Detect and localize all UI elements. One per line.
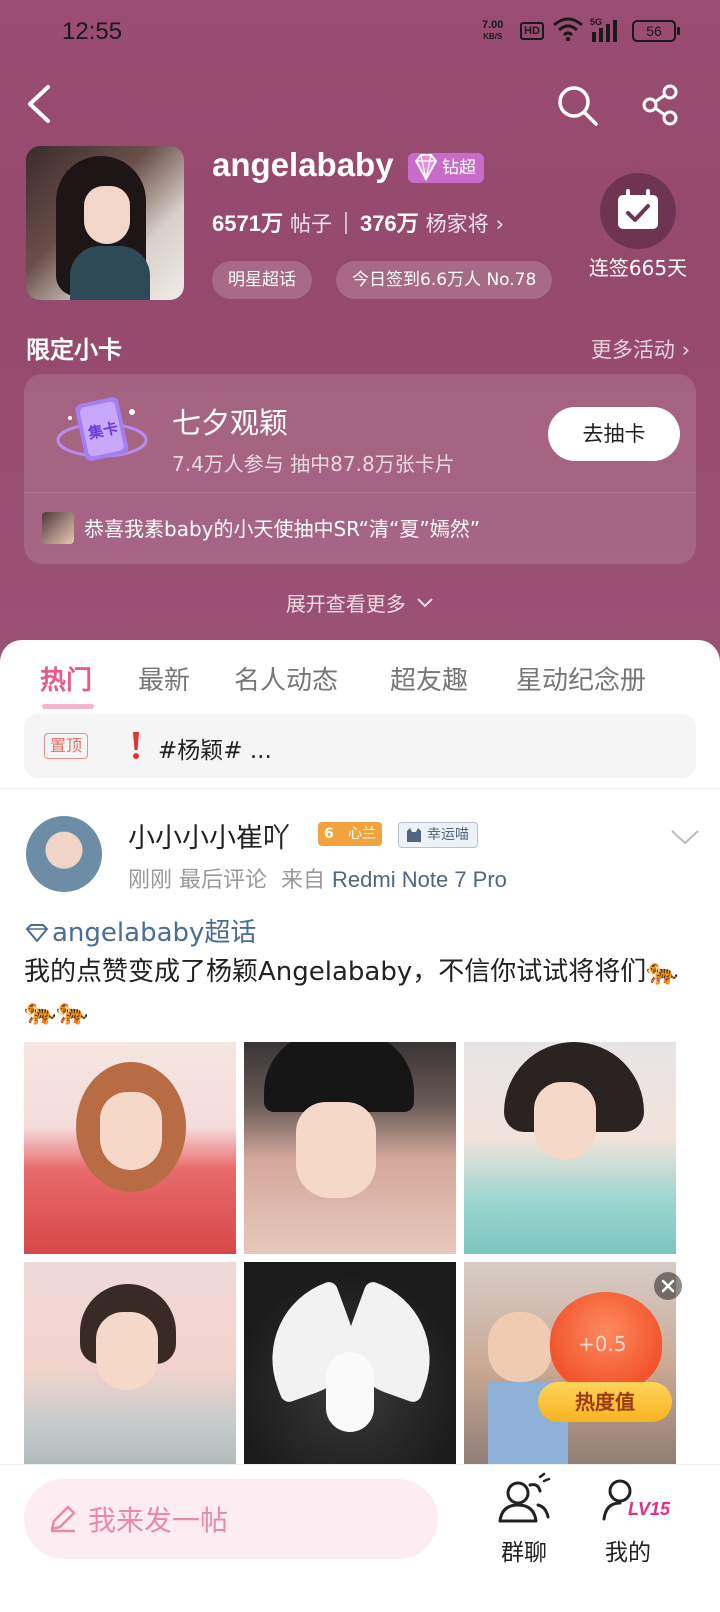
share-icon[interactable] xyxy=(640,84,682,126)
supertopic-avatar[interactable] xyxy=(26,146,184,300)
card-activity-subtitle: 7.4万人参与 抽中87.8万张卡片 xyxy=(172,452,455,476)
post-image[interactable] xyxy=(244,1262,456,1474)
post-author-name[interactable]: 小小小小崔吖 xyxy=(128,816,290,855)
category-tag[interactable]: 明星超话 xyxy=(212,261,312,299)
cat-icon xyxy=(407,828,421,842)
status-bar: 12:55 7.00 KB/S HD 5G 56 xyxy=(0,0,720,66)
profile-button[interactable]: LV15 我的 xyxy=(598,1471,670,1566)
search-icon[interactable] xyxy=(556,84,600,128)
active-tab-indicator xyxy=(42,704,94,709)
heat-value-widget[interactable]: +0.5 热度值 xyxy=(538,1278,672,1422)
diamond-outline-icon xyxy=(25,924,49,943)
wifi-icon xyxy=(553,17,583,42)
tab-celebrity[interactable]: 名人动态 xyxy=(234,660,338,697)
pinned-text: #杨颖# ... xyxy=(158,738,272,764)
post-device: Redmi Note 7 Pro xyxy=(332,867,507,892)
draw-card-button[interactable]: 去抽卡 xyxy=(548,407,680,461)
bottom-bar: 我来发一帖 群聊 LV15 我的 xyxy=(0,1464,720,1612)
chevron-right-icon: › xyxy=(495,212,505,236)
heat-increment: +0.5 xyxy=(578,1332,627,1356)
post-topic-link[interactable]: angelababy超话 xyxy=(24,912,256,949)
tab-star-album[interactable]: 星动纪念册 xyxy=(516,660,646,697)
diamond-icon xyxy=(414,154,438,182)
fan-level-badge: 6 心兰 xyxy=(318,822,382,846)
post-image[interactable] xyxy=(24,1042,236,1254)
post-body: 我的点赞变成了杨颖Angelababy，不信你试试将将们🐅🐅🐅 xyxy=(24,957,679,1027)
feed-tabs: 热门 最新 名人动态 超友趣 星动纪念册 xyxy=(0,654,720,710)
exclamation-icon xyxy=(133,732,139,759)
fans-link[interactable]: 杨家将 xyxy=(426,212,489,236)
card-activity-panel[interactable]: 集卡 七夕观颖 7.4万人参与 抽中87.8万张卡片 去抽卡 恭喜我素baby的… xyxy=(24,374,696,564)
winner-ticker[interactable]: 恭喜我素baby的小天使抽中SR“清“夏”嫣然” xyxy=(84,513,480,542)
network-rate: 7.00 KB/S xyxy=(482,19,504,42)
tab-hot[interactable]: 热门 xyxy=(40,660,92,697)
group-chat-button[interactable]: 群聊 xyxy=(494,1471,554,1566)
lucky-cat-badge: 幸运喵 xyxy=(398,822,478,848)
battery-icon: 56 xyxy=(632,20,680,42)
card-collection-icon: 集卡 xyxy=(56,397,148,461)
post-image[interactable] xyxy=(244,1042,456,1254)
calendar-check-icon xyxy=(618,189,658,229)
post-meta: 刚刚 最后评论 来自 Redmi Note 7 Pro xyxy=(128,867,507,893)
pencil-icon xyxy=(50,1505,76,1533)
back-icon[interactable] xyxy=(22,84,56,124)
supertopic-name: angelababy xyxy=(212,146,394,183)
card-activity-title: 七夕观颖 xyxy=(172,406,289,440)
post-image[interactable] xyxy=(24,1262,236,1474)
checkin-button[interactable] xyxy=(600,173,676,249)
hd-icon: HD xyxy=(520,22,544,40)
svg-text:5G: 5G xyxy=(590,17,602,27)
compose-post-input[interactable]: 我来发一帖 xyxy=(24,1479,438,1559)
pinned-tag: 置顶 xyxy=(44,733,89,759)
heat-value-button[interactable]: 热度值 xyxy=(538,1382,672,1422)
tab-latest[interactable]: 最新 xyxy=(138,660,190,697)
user-level-badge: LV15 xyxy=(628,1499,671,1519)
tab-fans-fun[interactable]: 超友趣 xyxy=(390,660,468,697)
expand-more-link[interactable]: 展开查看更多 xyxy=(0,588,720,617)
more-activities-link[interactable]: 更多活动 › xyxy=(591,334,690,364)
post-image[interactable] xyxy=(464,1042,676,1254)
group-chat-icon xyxy=(498,1472,551,1523)
diamond-super-badge[interactable]: 钻超 xyxy=(408,153,484,183)
checkin-streak-label: 连签665天 xyxy=(588,256,688,280)
status-time: 12:55 xyxy=(62,18,123,45)
pinned-post[interactable]: 置顶 #杨颖# ... xyxy=(24,714,696,778)
supertopic-stats: 6571万 帖子 376万 杨家将 › xyxy=(212,211,505,236)
section-title: 限定小卡 xyxy=(26,336,122,364)
winner-avatar xyxy=(42,512,74,544)
chevron-down-icon xyxy=(417,598,433,608)
post-menu-chevron-icon[interactable] xyxy=(670,828,700,846)
post-author-avatar[interactable] xyxy=(26,816,102,892)
checkin-rank-tag[interactable]: 今日签到6.6万人 No.78 xyxy=(336,261,553,299)
signal-icon: 5G xyxy=(590,17,617,42)
